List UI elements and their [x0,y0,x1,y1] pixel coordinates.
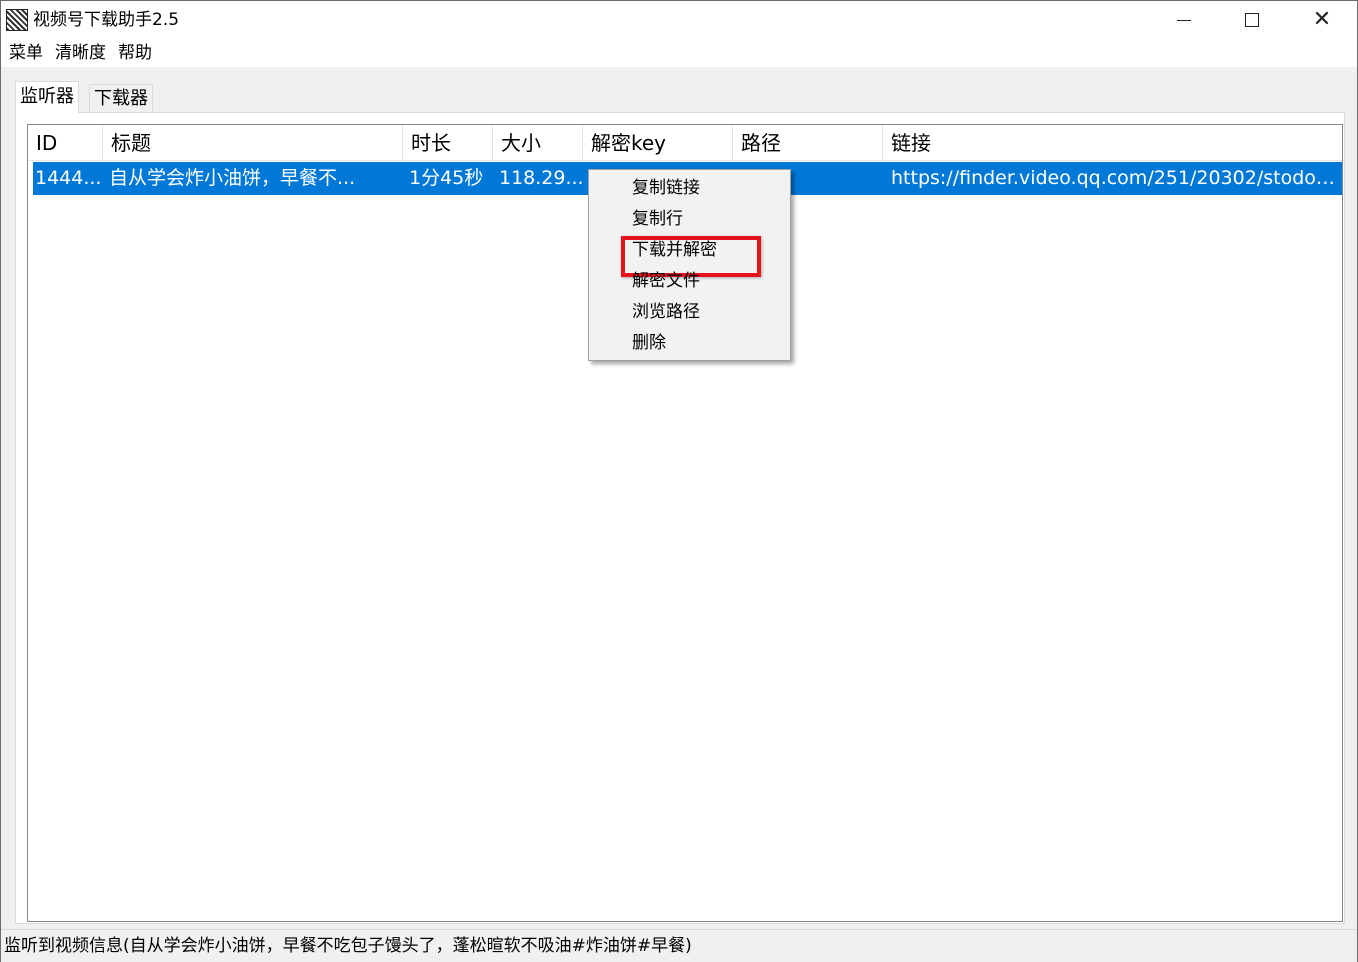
menu-bar: 菜单 清晰度 帮助 [1,39,1357,67]
tab-listener[interactable]: 监听器 [15,81,79,113]
column-header-link[interactable]: 链接 [883,125,1342,160]
cell-id: 1444... [35,167,102,189]
list-header: ID 标题 时长 大小 解密key 路径 链接 [28,125,1342,161]
column-header-duration[interactable]: 时长 [403,125,493,160]
cell-link: https://finder.video.qq.com/251/20302/st… [891,167,1343,189]
column-header-size[interactable]: 大小 [493,125,583,160]
minimize-button[interactable] [1149,1,1219,39]
menu-download-decrypt[interactable]: 下载并解密 [589,235,790,277]
cell-title: 自从学会炸小油饼，早餐不... [109,167,356,189]
status-bar: 监听到视频信息(自从学会炸小油饼，早餐不吃包子馒头了，蓬松暄软不吸油#炸油饼#早… [1,929,1357,962]
app-qr-icon [6,9,28,31]
menu-item-menu[interactable]: 菜单 [3,40,49,66]
menu-item-help[interactable]: 帮助 [112,40,158,66]
maximize-icon [1245,13,1259,27]
context-menu: 复制链接 复制行 下载并解密 解密文件 浏览路径 删除 [588,169,791,361]
window-title: 视频号下载助手2.5 [33,10,180,30]
menu-decrypt-file[interactable]: 解密文件 [589,266,790,297]
close-icon: ✕ [1312,7,1332,32]
maximize-button[interactable] [1217,1,1287,39]
column-header-path[interactable]: 路径 [733,125,883,160]
menu-delete[interactable]: 删除 [589,328,790,359]
app-window: 视频号下载助手2.5 ✕ 菜单 清晰度 帮助 监听器 下载器 ID 标题 时长 … [0,0,1358,962]
cell-duration: 1分45秒 [409,167,484,189]
menu-copy-link[interactable]: 复制链接 [589,173,790,204]
menu-browse-path[interactable]: 浏览路径 [589,297,790,328]
close-button[interactable]: ✕ [1287,1,1357,39]
column-header-key[interactable]: 解密key [583,125,733,160]
cell-size: 118.29... [499,167,584,189]
minimize-icon [1177,19,1191,21]
column-header-id[interactable]: ID [28,125,103,160]
column-header-title[interactable]: 标题 [103,125,403,160]
tab-downloader[interactable]: 下载器 [89,84,153,112]
title-bar: 视频号下载助手2.5 ✕ [1,1,1357,39]
menu-item-resolution[interactable]: 清晰度 [49,40,112,66]
menu-copy-row[interactable]: 复制行 [589,204,790,235]
